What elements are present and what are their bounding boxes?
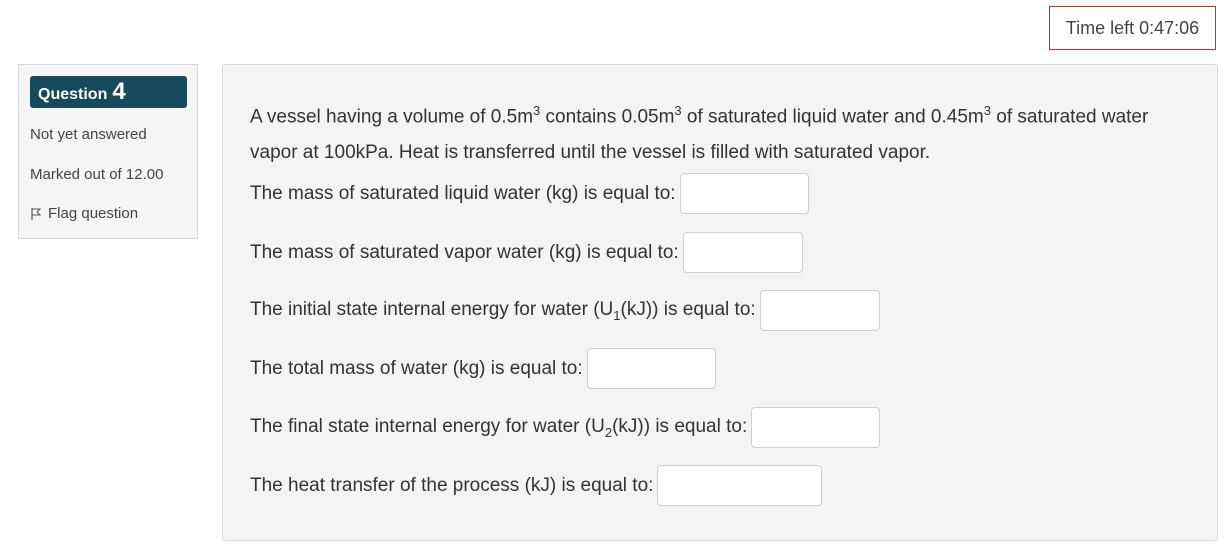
flag-question-link[interactable]: Flag question (30, 205, 138, 222)
answer-row-initial-energy: The initial state internal energy for wa… (250, 290, 880, 331)
liquid-mass-input[interactable] (679, 173, 809, 214)
timer-label: Time left (1065, 17, 1135, 38)
answer-label: The mass of saturated liquid water (kg) … (250, 182, 676, 204)
question-info-block: Question 4 Not yet answered Marked out o… (18, 64, 198, 239)
answer-label: The initial state internal energy for wa… (250, 298, 756, 323)
answer-label: The total mass of water (kg) is equal to… (250, 357, 583, 379)
question-content-panel: A vessel having a volume of 0.5m3 contai… (222, 64, 1218, 541)
answer-status: Not yet answered (30, 126, 147, 143)
question-text: A vessel having a volume of 0.5m3 contai… (250, 103, 1149, 164)
timer-value: 0:47:06 (1139, 17, 1200, 38)
answer-label: The mass of saturated vapor water (kg) i… (250, 241, 679, 263)
total-mass-input[interactable] (586, 348, 716, 389)
time-left-timer: Time left 0:47:06 (1049, 6, 1216, 50)
initial-energy-input[interactable] (759, 290, 880, 331)
answer-row-liquid-mass: The mass of saturated liquid water (kg) … (250, 173, 809, 214)
answer-row-final-energy: The final state internal energy for wate… (250, 407, 881, 448)
answer-label: The heat transfer of the process (kJ) is… (250, 474, 654, 496)
marked-out-of: Marked out of 12.00 (30, 166, 164, 183)
answer-row-vapor-mass: The mass of saturated vapor water (kg) i… (250, 232, 803, 273)
vapor-mass-input[interactable] (682, 232, 803, 273)
final-energy-input[interactable] (751, 407, 881, 448)
question-number-badge: Question 4 (30, 76, 187, 108)
question-number: 4 (112, 78, 126, 105)
flag-question-label: Flag question (48, 205, 139, 222)
flag-icon (31, 207, 42, 220)
question-word: Question (38, 85, 108, 103)
answer-row-heat-transfer: The heat transfer of the process (kJ) is… (250, 465, 823, 506)
answer-row-total-mass: The total mass of water (kg) is equal to… (250, 348, 716, 389)
heat-transfer-input[interactable] (657, 465, 823, 506)
answer-label: The final state internal energy for wate… (250, 415, 748, 440)
